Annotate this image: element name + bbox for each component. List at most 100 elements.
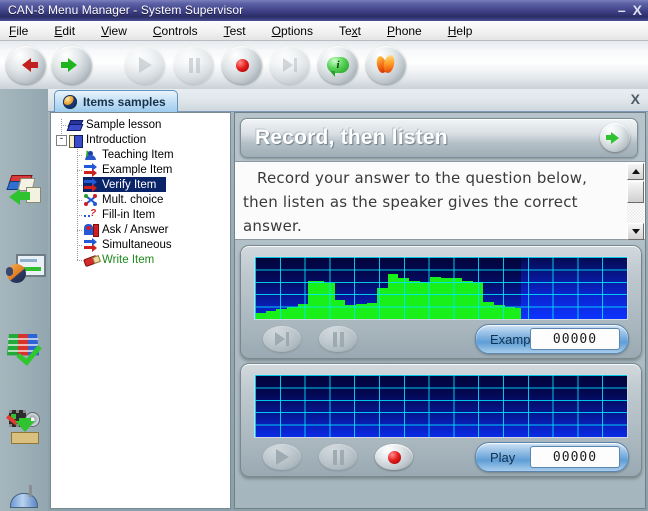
page-title: Record, then listen <box>255 126 448 149</box>
tree-item-label: Verify Item <box>102 178 157 191</box>
forward-button[interactable] <box>52 46 92 84</box>
left-icon-rail <box>0 89 48 511</box>
scroll-up-button[interactable] <box>627 163 644 180</box>
play-waveform <box>254 374 628 438</box>
play-record-button[interactable] <box>375 444 413 470</box>
tree-item-label: Simultaneous <box>102 238 172 251</box>
scroll-down-button[interactable] <box>627 223 644 240</box>
tree-connector <box>61 125 66 126</box>
menu-controls[interactable]: Controls <box>151 23 200 39</box>
minimize-button[interactable]: – <box>618 1 626 19</box>
tree-item[interactable]: ? Fill-in Item <box>83 207 155 222</box>
example-pill-button[interactable]: Example 00000 <box>475 324 629 354</box>
waveform-grid <box>255 375 627 437</box>
rail-extra[interactable] <box>6 485 44 511</box>
play-counter: 00000 <box>530 446 620 468</box>
tree-connector <box>77 260 82 261</box>
play-button[interactable] <box>125 46 165 84</box>
tab-items-samples[interactable]: Items samples <box>54 90 178 112</box>
content-heading-bar: Record, then listen <box>240 118 638 158</box>
tree-item-selected[interactable]: Verify Item <box>83 177 167 192</box>
tree-item[interactable]: Sample lesson <box>66 117 162 132</box>
example-pause-button[interactable] <box>319 326 357 352</box>
pause-button[interactable] <box>174 46 214 84</box>
tree-trunk <box>77 147 78 260</box>
tab-close-button[interactable]: X <box>631 91 640 107</box>
toolbar: i <box>0 41 648 90</box>
record-button[interactable] <box>222 46 262 84</box>
menu-view[interactable]: View <box>99 23 129 39</box>
tree-item[interactable]: Teaching Item <box>83 147 174 162</box>
tree-item-label: Ask / Answer <box>102 223 169 236</box>
record-icon <box>387 450 401 464</box>
instruction-scrollbar[interactable] <box>627 163 644 240</box>
tree-connector <box>77 200 82 201</box>
skip-button[interactable] <box>270 46 310 84</box>
next-button[interactable] <box>600 123 630 152</box>
menu-edit[interactable]: Edit <box>52 23 77 39</box>
tree-item-label: Sample lesson <box>86 118 162 131</box>
tree-connector <box>77 155 82 156</box>
left-arrow-icon <box>21 58 38 72</box>
waveform-grid <box>255 257 627 319</box>
tree-item-label: Example Item <box>102 163 173 176</box>
flame-button[interactable] <box>366 46 406 84</box>
play-pause-button[interactable] <box>319 444 357 470</box>
teaching-item-icon <box>83 147 99 162</box>
tree-panel[interactable]: Sample lesson Introduction - Teaching Item E… <box>50 112 231 509</box>
play-play-button[interactable] <box>263 444 301 470</box>
ask-answer-icon <box>83 223 99 237</box>
tab-label: Items samples <box>83 94 166 109</box>
tree-item[interactable]: Mult. choice <box>83 192 163 207</box>
example-item-icon <box>83 162 99 177</box>
back-button[interactable] <box>6 46 46 84</box>
rail-grid[interactable] <box>6 329 44 367</box>
pause-icon <box>332 449 344 465</box>
flame-icon <box>375 54 397 75</box>
simultaneous-icon <box>83 237 99 252</box>
rail-monitor[interactable] <box>6 251 46 289</box>
rail-media[interactable] <box>6 409 44 453</box>
tree-item-label: Fill-in Item <box>102 208 156 221</box>
instruction-text: Record your answer to the question below… <box>243 169 588 235</box>
tree-connector <box>77 215 82 216</box>
play-pill-button[interactable]: Play 00000 <box>475 442 629 472</box>
window-buttons: – X <box>618 1 642 19</box>
rail-lessons[interactable] <box>6 173 44 211</box>
tree-item[interactable]: Introduction <box>67 132 147 148</box>
close-button[interactable]: X <box>633 1 642 19</box>
tree-connector <box>77 185 82 186</box>
tree-expander[interactable]: - <box>56 135 67 146</box>
tree-item-label: Introduction <box>86 133 147 146</box>
scrollbar-thumb[interactable] <box>627 181 644 203</box>
fill-in-item-icon: ? <box>83 208 99 222</box>
menu-file[interactable]: File <box>7 23 30 39</box>
pause-icon <box>188 57 200 73</box>
menu-bar: File Edit View Controls Test Options Text Phone… <box>0 21 648 41</box>
scroll-down-arrow-icon <box>631 229 640 234</box>
menu-phone[interactable]: Phone <box>385 23 424 39</box>
window-title: CAN-8 Menu Manager - System Supervisor <box>8 3 244 17</box>
items-samples-icon <box>63 94 77 109</box>
tree-item-label: Mult. choice <box>102 193 164 206</box>
tree-connector <box>77 170 82 171</box>
menu-options[interactable]: Options <box>270 23 315 39</box>
tree-item[interactable]: Simultaneous <box>83 237 172 252</box>
application-window: CAN-8 Menu Manager - System Supervisor –… <box>0 0 648 511</box>
tree-item[interactable]: Ask / Answer <box>83 222 168 237</box>
info-bubble-icon: i <box>327 57 349 77</box>
right-arrow-icon <box>60 58 77 72</box>
tree-connector <box>77 245 82 246</box>
example-waveform <box>254 256 628 320</box>
tree-item[interactable]: Example Item <box>83 162 172 177</box>
instruction-area: Record your answer to the question below… <box>235 161 645 240</box>
write-item-icon <box>83 253 101 267</box>
play-icon <box>275 449 289 465</box>
tree-item[interactable]: Write Item <box>83 252 154 267</box>
menu-help[interactable]: Help <box>446 23 475 39</box>
green-right-arrow-icon <box>606 131 619 144</box>
info-button[interactable]: i <box>318 46 358 84</box>
menu-test[interactable]: Test <box>222 23 248 39</box>
menu-text[interactable]: Text <box>337 23 363 39</box>
example-skip-button[interactable] <box>263 326 301 352</box>
